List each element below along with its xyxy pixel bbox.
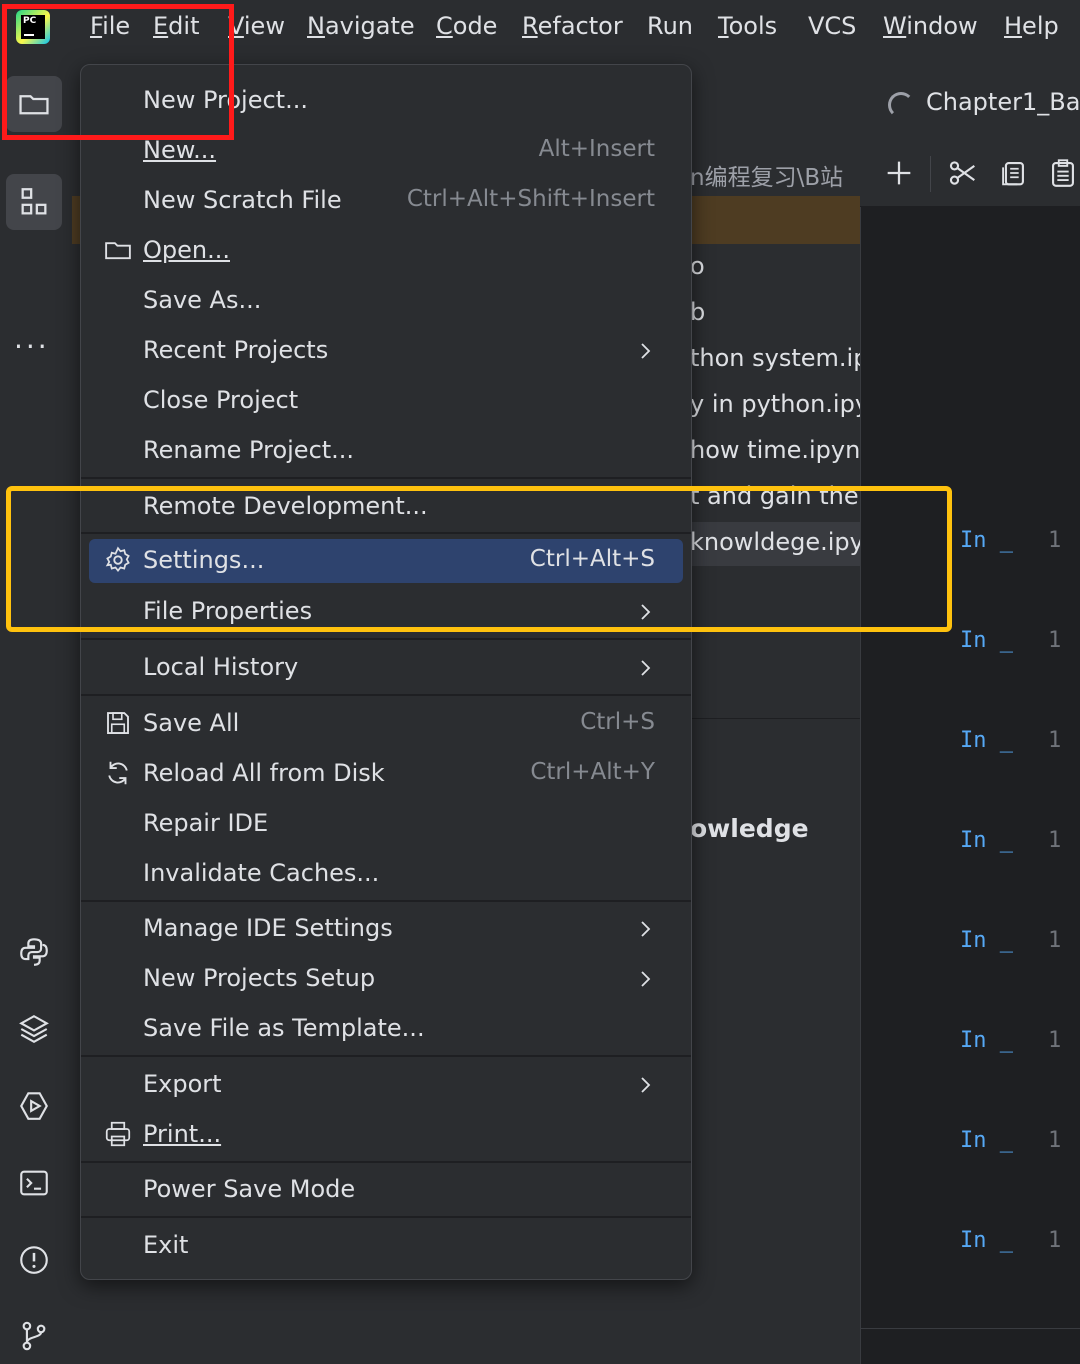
menu-separator [81, 477, 691, 479]
cell-line-number: 1 [1048, 1028, 1062, 1053]
add-icon[interactable] [882, 156, 916, 190]
menu-run[interactable]: Run [647, 12, 693, 40]
more-icon[interactable]: ... [14, 322, 50, 355]
tree-item[interactable]: o [690, 252, 705, 280]
reload-icon [108, 761, 128, 785]
cell-prompt: In _ [960, 828, 1013, 853]
menu-separator [81, 694, 691, 696]
cell-line-number: 1 [1048, 528, 1062, 553]
file-menu-dropdown: New Project... New... Alt+Insert New Scr… [80, 64, 692, 1280]
editor-tab[interactable]: Chapter1_Basi [926, 88, 1080, 116]
terminal-button[interactable] [6, 1155, 62, 1211]
print-icon [105, 1121, 131, 1147]
save-icon [107, 712, 129, 734]
cell-prompt: In _ [960, 628, 1013, 653]
folder-open-icon [105, 242, 131, 260]
paste-icon[interactable] [1046, 156, 1080, 190]
menu-tools[interactable]: Tools [718, 12, 777, 40]
menu-vcs[interactable]: VCS [808, 12, 856, 40]
highlight-box-settings [6, 486, 952, 632]
cell-line-number: 1 [1048, 828, 1062, 853]
menu-separator [81, 1216, 691, 1218]
services-button[interactable] [6, 1078, 62, 1134]
menu-item-export[interactable]: Export [89, 1063, 683, 1107]
cell-prompt: In _ [960, 928, 1013, 953]
cell-prompt: In _ [960, 1028, 1013, 1053]
tree-item[interactable]: how time.ipynb [690, 436, 876, 464]
menu-item-recent-projects[interactable]: Recent Projects [89, 329, 683, 373]
loading-spinner-icon [888, 92, 914, 118]
chevron-right-icon [641, 971, 651, 987]
menu-separator [81, 900, 691, 902]
chevron-right-icon [641, 343, 651, 359]
tree-item[interactable]: y in python.ipy [690, 390, 869, 418]
cell-prompt: In _ [960, 528, 1013, 553]
cell-line-number: 1 [1048, 728, 1062, 753]
menu-item-close-project[interactable]: Close Project [89, 379, 683, 423]
chevron-right-icon [641, 660, 651, 676]
structure-heading: owledge [690, 814, 809, 843]
chevron-right-icon [641, 921, 651, 937]
terminal-icon [20, 1170, 48, 1196]
menu-item-manage-ide-settings[interactable]: Manage IDE Settings [89, 907, 683, 951]
cell-line-number: 1 [1048, 928, 1062, 953]
chevron-right-icon [641, 1077, 651, 1093]
highlight-box-file-menu [2, 4, 234, 140]
menu-separator [81, 638, 691, 640]
menu-separator [81, 1161, 691, 1163]
menu-item-open[interactable]: Open... [89, 229, 683, 273]
menu-code[interactable]: Code [436, 12, 497, 40]
editor-area [860, 64, 1080, 1364]
project-path: n编程复习\B站 [690, 165, 844, 191]
cell-prompt: In _ [960, 728, 1013, 753]
copy-icon[interactable] [996, 156, 1030, 190]
menu-item-save-all[interactable]: Save All Ctrl+S [89, 702, 683, 746]
services-icon [20, 1092, 48, 1120]
cell-line-number: 1 [1048, 628, 1062, 653]
structure-tool-button[interactable] [6, 174, 62, 230]
cell-line-number: 1 [1048, 1228, 1062, 1253]
menu-help[interactable]: Help [1004, 12, 1059, 40]
menu-item-new-projects-setup[interactable]: New Projects Setup [89, 957, 683, 1001]
menu-item-save-as[interactable]: Save As... [89, 279, 683, 323]
panel-divider [690, 718, 860, 719]
layers-button[interactable] [6, 1001, 62, 1057]
menu-item-repair-ide[interactable]: Repair IDE [89, 802, 683, 846]
problems-icon [20, 1246, 48, 1274]
menu-view[interactable]: View [228, 12, 285, 40]
menu-item-print[interactable]: Print... [89, 1113, 683, 1157]
editor-bottom-border [860, 1328, 1080, 1329]
toolbar-divider [930, 156, 931, 192]
tree-item[interactable]: b [690, 298, 705, 326]
python-console-button[interactable] [6, 924, 62, 980]
menu-item-invalidate-caches[interactable]: Invalidate Caches... [89, 852, 683, 896]
git-icon [22, 1321, 46, 1351]
menu-item-rename-project[interactable]: Rename Project... [89, 429, 683, 473]
layers-icon [19, 1015, 49, 1043]
menu-item-power-save-mode[interactable]: Power Save Mode [89, 1168, 683, 1212]
menu-navigate[interactable]: Navigate [307, 12, 415, 40]
cell-line-number: 1 [1048, 1128, 1062, 1153]
menu-item-exit[interactable]: Exit [89, 1224, 683, 1268]
python-console-icon [20, 938, 48, 966]
tool-window-strip: ... [0, 64, 73, 1364]
git-button[interactable] [6, 1308, 62, 1364]
cell-prompt: In _ [960, 1128, 1013, 1153]
menu-item-new-scratch-file[interactable]: New Scratch File Ctrl+Alt+Shift+Insert [89, 179, 683, 223]
tree-item[interactable]: thon system.ipy [690, 344, 883, 372]
cell-prompt: In _ [960, 1228, 1013, 1253]
cut-icon[interactable] [946, 156, 980, 190]
problems-button[interactable] [6, 1232, 62, 1288]
menu-refactor[interactable]: Refactor [522, 12, 623, 40]
menu-item-reload-all[interactable]: Reload All from Disk Ctrl+Alt+Y [89, 752, 683, 796]
structure-icon [21, 188, 47, 215]
menu-item-save-file-as-template[interactable]: Save File as Template... [89, 1007, 683, 1051]
menu-separator [81, 1055, 691, 1057]
menu-item-local-history[interactable]: Local History [89, 646, 683, 690]
menu-window[interactable]: Window [883, 12, 978, 40]
